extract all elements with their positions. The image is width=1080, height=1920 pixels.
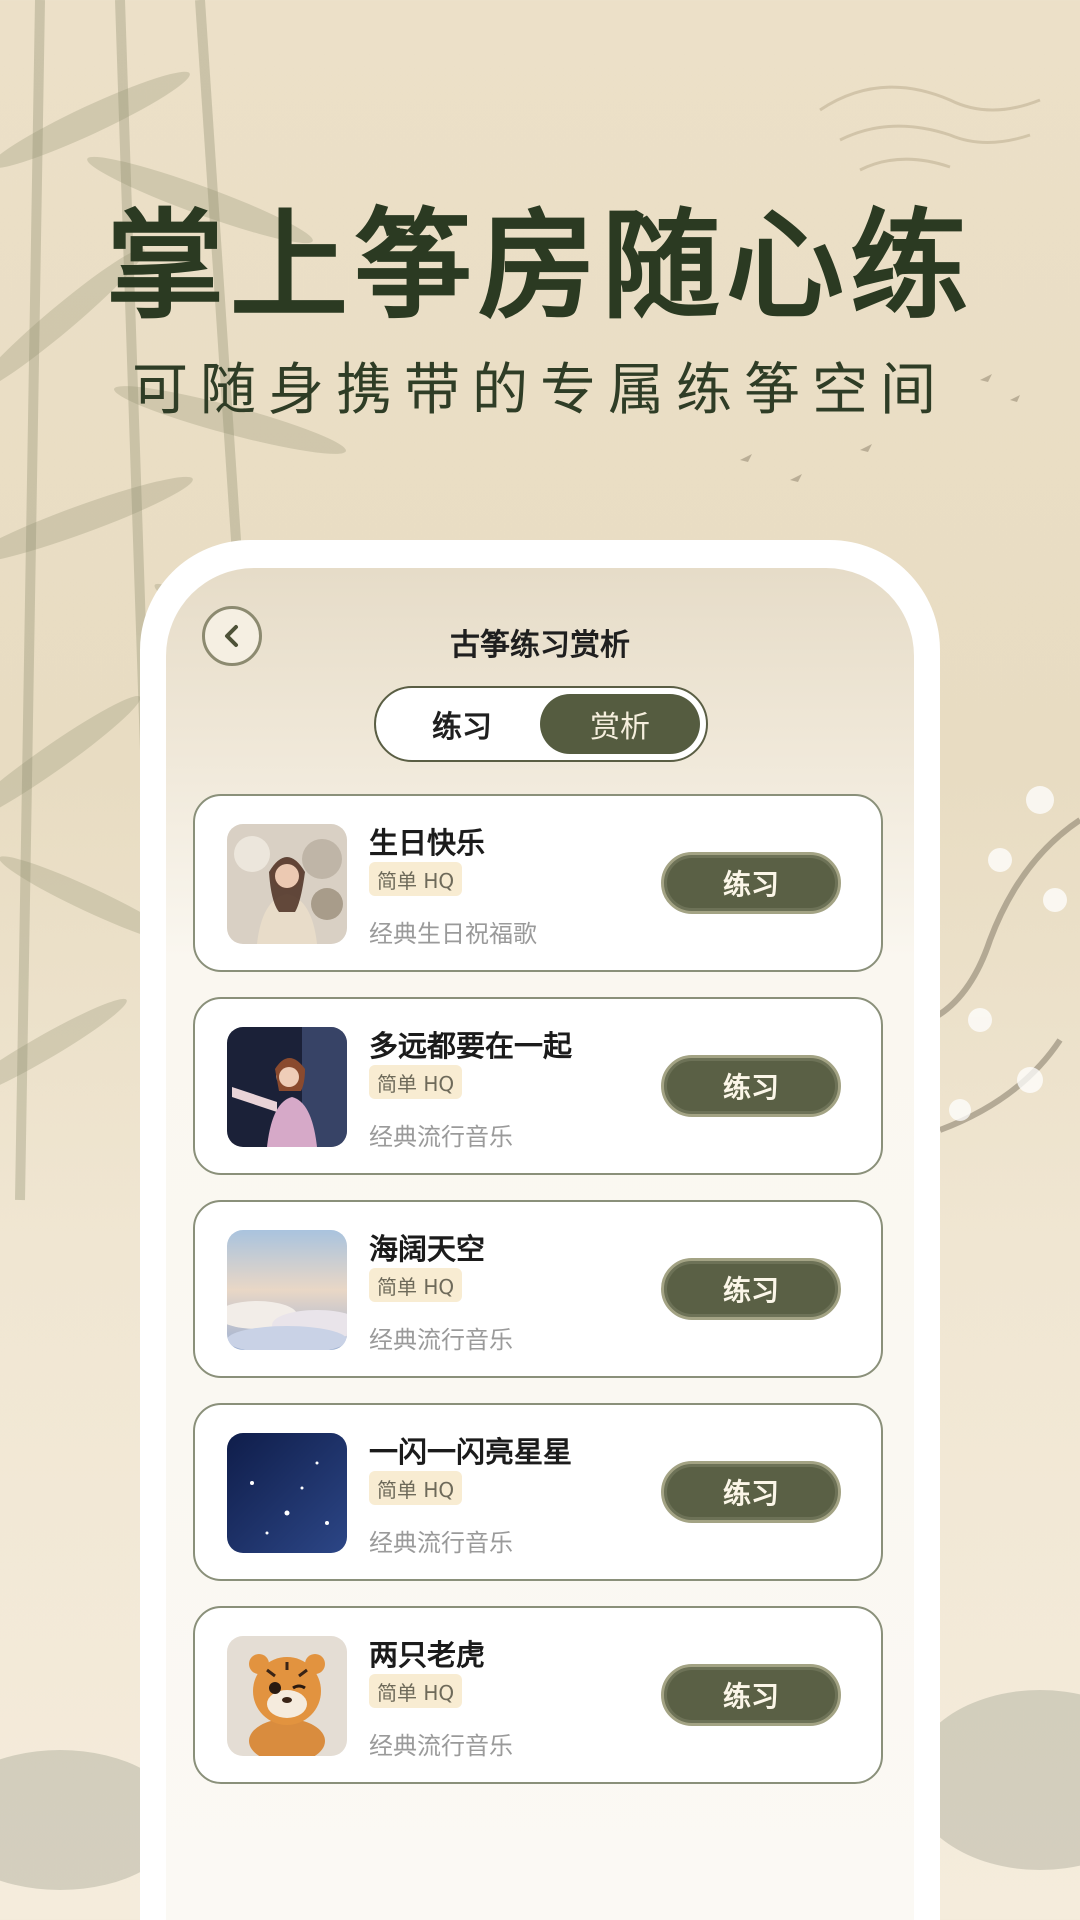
sky-clouds-photo [227, 1230, 347, 1350]
difficulty-badge: 简单 HQ [369, 862, 463, 896]
subheadline: 可随身携带的专属练筝空间 [132, 358, 948, 423]
song-description: 经典流行音乐 [369, 1529, 513, 1557]
difficulty-badge: 简单 HQ [369, 1471, 463, 1505]
birthday-girl-photo [227, 824, 347, 944]
practice-button[interactable]: 练习 [661, 1258, 841, 1320]
list-item[interactable]: 多远都要在一起 简单 HQ 经典流行音乐 练习 [193, 997, 883, 1175]
segmented-control: 练习 赏析 [374, 686, 708, 762]
practice-button[interactable]: 练习 [661, 852, 841, 914]
song-list: 生日快乐 简单 HQ 经典生日祝福歌 练习 多远都要在一起 简单 HQ 经典流行… [193, 794, 883, 1809]
phone-frame: 古筝练习赏析 练习 赏析 生日快乐 简单 HQ 经典生日祝福歌 练习 多远都要在… [140, 540, 940, 1920]
song-description: 经典流行音乐 [369, 1732, 513, 1760]
song-description: 经典生日祝福歌 [369, 920, 537, 948]
starry-night-photo [227, 1433, 347, 1553]
tab-appreciation[interactable]: 赏析 [540, 694, 700, 754]
list-item[interactable]: 两只老虎 简单 HQ 经典流行音乐 练习 [193, 1606, 883, 1784]
headline: 掌上筝房随心练 [105, 196, 974, 335]
tab-practice[interactable]: 练习 [382, 694, 542, 754]
cartoon-tiger-image [227, 1636, 347, 1756]
app-screen: 古筝练习赏析 练习 赏析 生日快乐 简单 HQ 经典生日祝福歌 练习 多远都要在… [166, 568, 914, 1920]
difficulty-badge: 简单 HQ [369, 1065, 463, 1099]
practice-button[interactable]: 练习 [661, 1664, 841, 1726]
song-description: 经典流行音乐 [369, 1326, 513, 1354]
list-item[interactable]: 海阔天空 简单 HQ 经典流行音乐 练习 [193, 1200, 883, 1378]
page-title: 古筝练习赏析 [450, 628, 630, 663]
difficulty-badge: 简单 HQ [369, 1268, 463, 1302]
song-title: 海阔天空 [369, 1232, 486, 1266]
list-item[interactable]: 生日快乐 简单 HQ 经典生日祝福歌 练习 [193, 794, 883, 972]
practice-button[interactable]: 练习 [661, 1055, 841, 1117]
song-description: 经典流行音乐 [369, 1123, 513, 1151]
singer-on-stage-photo [227, 1027, 347, 1147]
list-item[interactable]: 一闪一闪亮星星 简单 HQ 经典流行音乐 练习 [193, 1403, 883, 1581]
song-title: 两只老虎 [369, 1638, 486, 1672]
difficulty-badge: 简单 HQ [369, 1674, 463, 1708]
song-title: 一闪一闪亮星星 [369, 1435, 573, 1469]
song-title: 生日快乐 [369, 826, 486, 860]
practice-button[interactable]: 练习 [661, 1461, 841, 1523]
song-title: 多远都要在一起 [369, 1029, 573, 1063]
